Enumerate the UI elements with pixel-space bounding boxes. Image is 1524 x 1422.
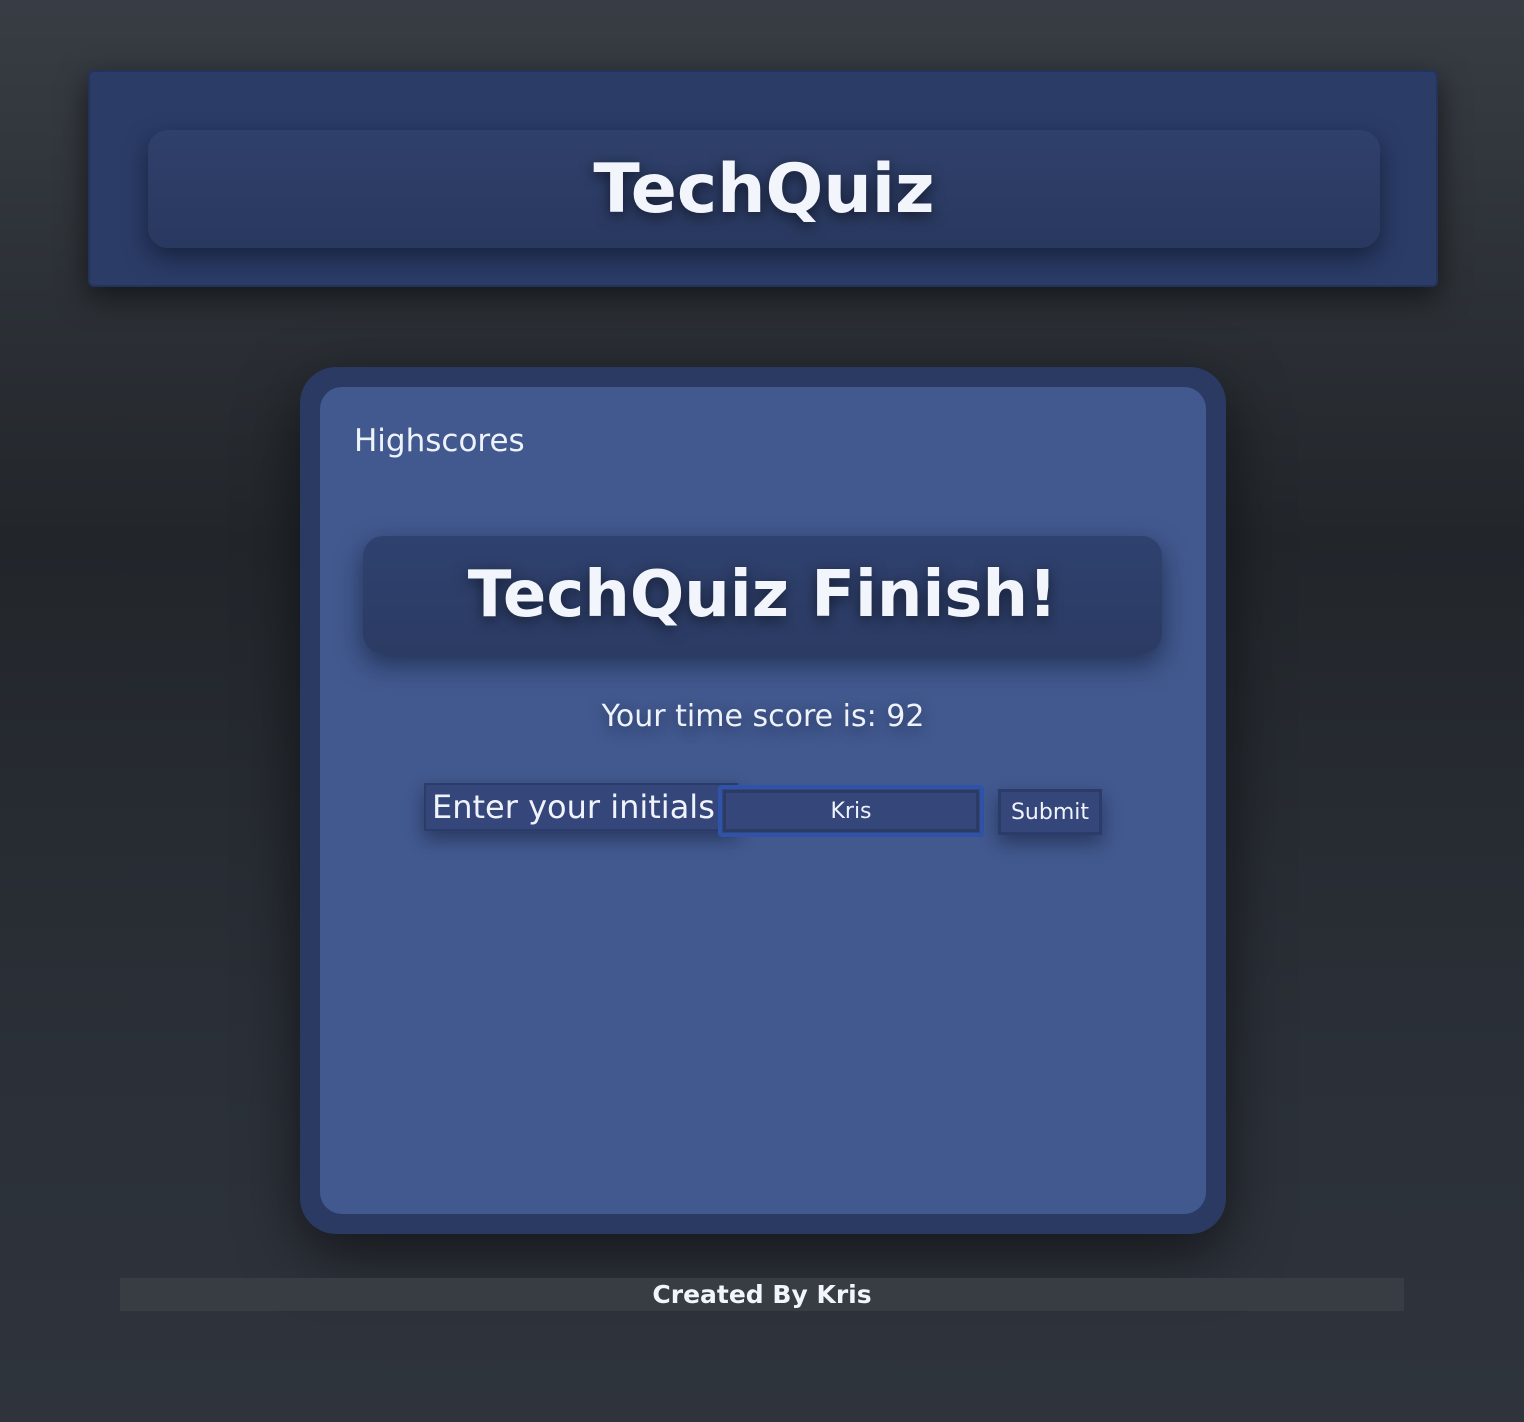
finish-title: TechQuiz Finish! bbox=[467, 558, 1058, 632]
footer-credit: Created By Kris bbox=[652, 1280, 872, 1309]
header-title-banner: TechQuiz bbox=[148, 130, 1380, 248]
site-footer: Created By Kris bbox=[120, 1278, 1404, 1311]
highscores-link[interactable]: Highscores bbox=[354, 423, 525, 459]
initials-label: Enter your initials: bbox=[424, 783, 738, 831]
app-title: TechQuiz bbox=[593, 149, 935, 229]
site-header: TechQuiz bbox=[88, 70, 1438, 287]
submit-button[interactable]: Submit bbox=[998, 789, 1102, 835]
quiz-card-body: Highscores TechQuiz Finish! Your time sc… bbox=[320, 387, 1206, 1214]
initials-form: Enter your initials: Submit bbox=[320, 783, 1206, 839]
quiz-card: Highscores TechQuiz Finish! Your time sc… bbox=[300, 367, 1226, 1234]
initials-input[interactable] bbox=[718, 785, 984, 837]
score-text: Your time score is: 92 bbox=[601, 699, 925, 734]
finish-banner: TechQuiz Finish! bbox=[363, 536, 1162, 654]
